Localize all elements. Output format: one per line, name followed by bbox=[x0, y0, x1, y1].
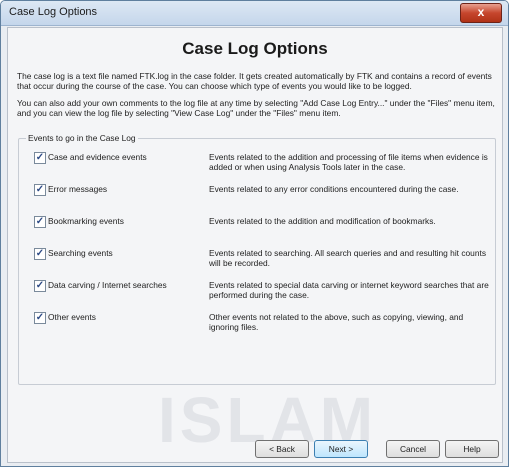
searching-checkbox[interactable]: ✓ bbox=[34, 248, 46, 260]
intro-paragraph: The case log is a text file named FTK.lo… bbox=[17, 71, 492, 92]
bookmarking-checkbox[interactable]: ✓ bbox=[34, 216, 46, 228]
bookmarking-description: Events related to the addition and modif… bbox=[209, 216, 436, 226]
case-log-options-window: Case Log Options x Case Log Options The … bbox=[0, 0, 509, 467]
events-groupbox: Events to go in the Case Log ✓ Case and … bbox=[18, 133, 496, 385]
data-carving-description: Events related to special data carving o… bbox=[209, 280, 489, 301]
data-carving-checkbox[interactable]: ✓ bbox=[34, 280, 46, 292]
close-icon: x bbox=[477, 5, 485, 19]
next-button[interactable]: Next > bbox=[314, 440, 368, 458]
other-events-label[interactable]: Other events bbox=[48, 312, 96, 322]
window-title: Case Log Options bbox=[9, 6, 98, 18]
back-button[interactable]: < Back bbox=[255, 440, 309, 458]
title-bar: Case Log Options x bbox=[1, 1, 508, 26]
searching-description: Events related to searching. All search … bbox=[209, 248, 487, 269]
instructions-paragraph: You can also add your own comments to th… bbox=[17, 98, 495, 119]
error-messages-label[interactable]: Error messages bbox=[48, 184, 107, 194]
case-evidence-description: Events related to the addition and proce… bbox=[209, 152, 488, 173]
cancel-button[interactable]: Cancel bbox=[386, 440, 440, 458]
dialog-content: Case Log Options The case log is a text … bbox=[7, 27, 503, 463]
case-evidence-checkbox[interactable]: ✓ bbox=[34, 152, 46, 164]
bookmarking-label[interactable]: Bookmarking events bbox=[48, 216, 124, 226]
events-group-label: Events to go in the Case Log bbox=[26, 133, 138, 143]
error-messages-checkbox[interactable]: ✓ bbox=[34, 184, 46, 196]
other-events-checkbox[interactable]: ✓ bbox=[34, 312, 46, 324]
case-evidence-label[interactable]: Case and evidence events bbox=[48, 152, 147, 162]
data-carving-label[interactable]: Data carving / Internet searches bbox=[48, 280, 167, 290]
error-messages-description: Events related to any error conditions e… bbox=[209, 184, 459, 194]
searching-label[interactable]: Searching events bbox=[48, 248, 113, 258]
other-events-description: Other events not related to the above, s… bbox=[209, 312, 464, 333]
close-button[interactable]: x bbox=[460, 3, 502, 23]
help-button[interactable]: Help bbox=[445, 440, 499, 458]
page-title: Case Log Options bbox=[182, 39, 328, 58]
